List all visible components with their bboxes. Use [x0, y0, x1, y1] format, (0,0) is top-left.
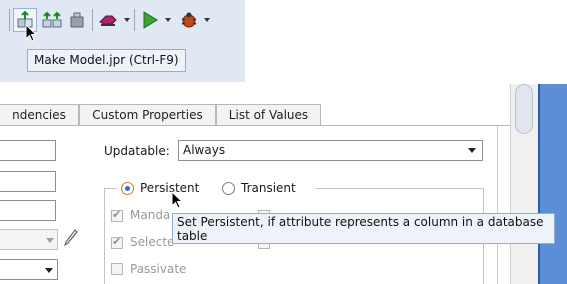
bookmark-button[interactable]	[97, 8, 119, 32]
type-field[interactable]	[0, 171, 56, 192]
group-border	[104, 188, 105, 284]
group-border	[316, 188, 484, 189]
toolbar-separator	[134, 9, 135, 31]
toolbar-separator	[9, 9, 10, 31]
tab-custom-properties[interactable]: Custom Properties	[79, 104, 216, 125]
deploy-button[interactable]	[66, 8, 88, 32]
updatable-value: Always	[183, 143, 226, 157]
chevron-down-icon	[45, 268, 53, 273]
chevron-down-icon	[46, 238, 54, 243]
group-border	[104, 188, 116, 189]
debug-icon	[180, 11, 198, 29]
rebuild-icon	[42, 11, 62, 29]
debug-dropdown-icon[interactable]	[204, 18, 210, 22]
bookmark-icon	[98, 12, 118, 28]
updatable-select[interactable]: Always	[178, 140, 483, 161]
run-button[interactable]	[139, 8, 161, 32]
toolbar: Make Model.jpr (Ctrl-F9)	[0, 0, 245, 82]
updatable-label: Updatable:	[104, 144, 170, 158]
deploy-icon	[68, 11, 86, 29]
selected-checkbox[interactable]	[111, 235, 123, 249]
mandatory-checkbox[interactable]	[111, 208, 123, 222]
selected-label: Selecte	[130, 235, 175, 249]
passivate-label: Passivate	[130, 262, 187, 276]
mouse-cursor-icon	[25, 23, 38, 45]
run-icon	[142, 11, 158, 29]
make-tooltip: Make Model.jpr (Ctrl-F9)	[27, 49, 186, 72]
value-field[interactable]	[0, 200, 56, 221]
run-dropdown-icon[interactable]	[165, 18, 171, 22]
tab-list-of-values[interactable]: List of Values	[216, 104, 321, 125]
transient-label[interactable]: Transient	[241, 181, 296, 195]
combo-field[interactable]	[0, 259, 58, 280]
transient-radio[interactable]	[222, 182, 235, 195]
disabled-combo	[0, 229, 58, 250]
rebuild-button[interactable]	[41, 8, 63, 32]
chevron-down-icon	[468, 148, 476, 153]
bookmark-dropdown-icon[interactable]	[124, 18, 130, 22]
scrollbar-thumb[interactable]	[515, 84, 533, 134]
property-tabs: ndencies Custom Properties List of Value…	[0, 104, 510, 126]
debug-button[interactable]	[178, 8, 200, 32]
persistent-label[interactable]: Persistent	[140, 181, 199, 195]
passivate-checkbox[interactable]	[111, 263, 123, 275]
tab-dependencies[interactable]: ndencies	[0, 104, 79, 125]
toolbar-separator	[92, 9, 93, 31]
name-field[interactable]	[0, 140, 56, 161]
mandatory-label: Manda	[130, 208, 171, 222]
side-panel	[538, 84, 567, 284]
persistent-radio[interactable]	[121, 182, 134, 195]
mouse-cursor-icon	[171, 190, 184, 212]
edit-pencil-icon[interactable]	[64, 229, 78, 250]
persistent-tooltip: Set Persistent, if attribute represents …	[172, 213, 555, 244]
